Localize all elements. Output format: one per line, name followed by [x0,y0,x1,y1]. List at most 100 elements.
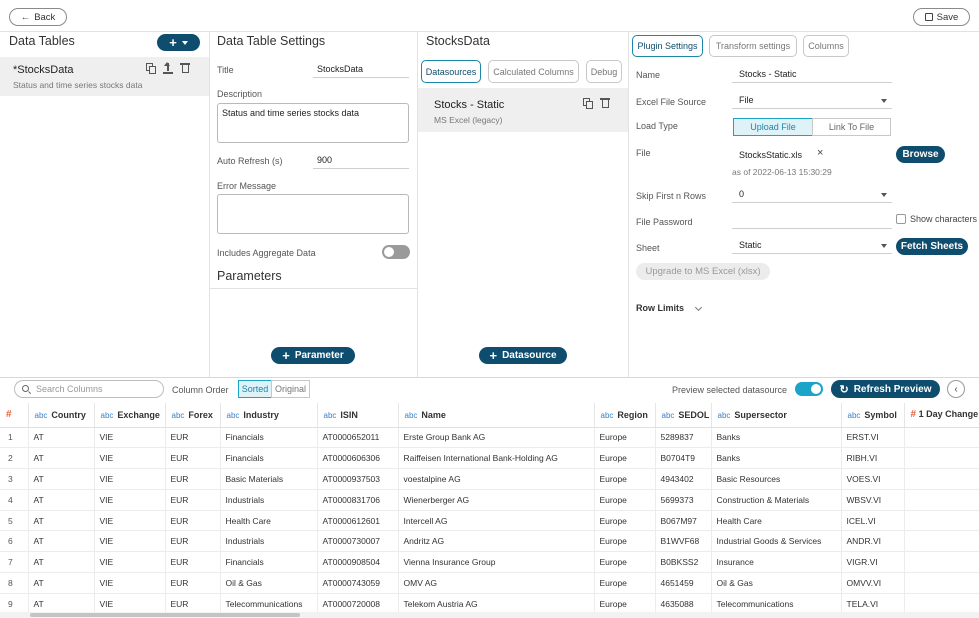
save-icon [924,13,933,21]
column-header[interactable]: abc Industry [220,403,318,428]
text-type-icon: abc [171,410,185,420]
trash-icon[interactable] [600,97,610,109]
link-to-file-option[interactable]: Link To File [812,118,891,136]
caret-down-icon [881,193,887,197]
table-row: 6 AT VIE EUR Industrials AT0000730007 Andritz … [0,530,979,553]
table-cell: VIE [94,593,166,613]
copy-icon[interactable] [583,98,593,109]
chevron-down-icon[interactable] [694,303,703,312]
data-table-item[interactable]: *StocksData Status and time series stock… [0,57,209,96]
table-cell: Wienerberger AG [398,489,595,511]
add-data-table-button[interactable]: + [157,34,200,51]
search-columns-input[interactable]: Search Columns [14,380,164,398]
horizontal-scrollbar[interactable] [0,612,979,618]
tab-datasources[interactable]: Datasources [421,60,481,83]
add-datasource-button[interactable]: + Datasource [479,347,567,364]
table-cell: 5289837 [655,427,712,449]
table-cell: Basic Materials [220,468,318,490]
column-header[interactable]: # [0,403,29,428]
error-message-textarea[interactable] [217,194,409,234]
row-number: 7 [0,551,29,574]
excel-file-source-select[interactable]: File [732,92,892,109]
column-header[interactable]: abc Exchange [94,403,166,428]
scrollbar-thumb[interactable] [30,613,300,617]
column-header[interactable]: abc ISIN [317,403,399,428]
table-row: 4 AT VIE EUR Industrials AT0000831706 Wienerbe… [0,489,979,511]
plus-icon: + [282,348,290,363]
column-header[interactable]: abc Region [594,403,656,428]
file-name: StocksStatic.xls [739,150,803,160]
remove-file-icon[interactable]: × [817,147,823,159]
tab-plugin-settings[interactable]: Plugin Settings [632,35,703,57]
table-cell: VIE [94,427,166,449]
row-number: 4 [0,489,29,511]
column-header[interactable]: abc Supersector [711,403,842,428]
tab-calculated-columns[interactable]: Calculated Columns [488,60,579,83]
table-cell: B0BKSS2 [655,551,712,574]
table-cell: ANDR.VI [841,530,905,553]
table-cell: AT [28,447,95,470]
table-cell: VIE [94,551,166,574]
table-cell: Financials [220,551,318,574]
order-sorted-option[interactable]: Sorted [238,380,272,398]
table-cell [904,468,979,490]
column-header[interactable]: # 1 Day Change [904,403,979,428]
table-cell: B1WVF68 [655,530,712,553]
table-header-row: # abc Country abc Exchange abc Forex abc Industr… [0,403,979,428]
copy-icon[interactable] [146,63,156,74]
refresh-preview-button[interactable]: ↻ Refresh Preview [831,380,940,398]
column-header[interactable]: abc SEDOL [655,403,712,428]
save-button[interactable]: Save [913,8,970,26]
title-input[interactable]: StocksData [313,61,409,78]
order-original-option[interactable]: Original [271,380,310,398]
file-password-input[interactable] [732,212,892,229]
aggregate-toggle[interactable] [382,245,410,259]
table-cell: AT [28,593,95,613]
column-header[interactable]: abc Country [28,403,95,428]
browse-button[interactable]: Browse [896,146,945,163]
table-cell: AT [28,510,95,532]
caret-down-icon [881,99,887,103]
auto-refresh-input[interactable]: 900 [313,152,409,169]
tab-columns[interactable]: Columns [803,35,849,57]
table-cell: Financials [220,447,318,470]
table-row: 8 AT VIE EUR Oil & Gas AT0000743059 OMV AG Euro… [0,572,979,594]
name-value: Stocks - Static [739,69,797,79]
name-input[interactable]: Stocks - Static [732,66,892,83]
chevron-down-icon [181,40,188,45]
text-type-icon: abc [34,410,48,420]
upload-file-option[interactable]: Upload File [733,118,813,136]
datasource-item[interactable]: Stocks - Static MS Excel (legacy) [418,88,628,132]
preview-datasource-toggle[interactable] [795,382,823,396]
export-icon[interactable] [163,62,173,74]
upgrade-button[interactable]: Upgrade to MS Excel (xlsx) [636,263,770,280]
fetch-sheets-button[interactable]: Fetch Sheets [896,238,968,255]
chevron-left-icon: ‹ [954,383,958,395]
table-cell: 4651459 [655,572,712,594]
sheet-select[interactable]: Static [732,237,892,254]
trash-icon[interactable] [180,62,190,74]
collapse-preview-button[interactable]: ‹ [947,380,965,398]
browse-label: Browse [902,149,939,160]
column-header[interactable]: abc Name [398,403,595,428]
text-type-icon: abc [100,410,114,420]
table-cell: AT [28,551,95,574]
skip-rows-select[interactable]: 0 [732,186,892,203]
show-characters-checkbox[interactable] [896,214,906,224]
refresh-icon: ↻ [839,383,849,396]
tab-transform-settings[interactable]: Transform settings [709,35,797,57]
tab-debug[interactable]: Debug [586,60,622,83]
back-button[interactable]: ← Back [9,8,67,26]
description-textarea[interactable]: Status and time series stocks data [217,103,409,143]
divider [209,32,210,377]
description-label: Description [217,89,263,99]
add-parameter-button[interactable]: + Parameter [271,347,355,364]
table-cell: ICEL.VI [841,510,905,532]
column-header[interactable]: abc Forex [165,403,221,428]
top-bar: ← Back Save [0,0,979,32]
table-cell: AT [28,468,95,490]
excel-file-source-label: Excel File Source [636,97,707,107]
column-header[interactable]: abc Symbol [841,403,905,428]
data-tables-title: Data Tables [9,34,75,48]
row-limits-label[interactable]: Row Limits [636,303,684,313]
